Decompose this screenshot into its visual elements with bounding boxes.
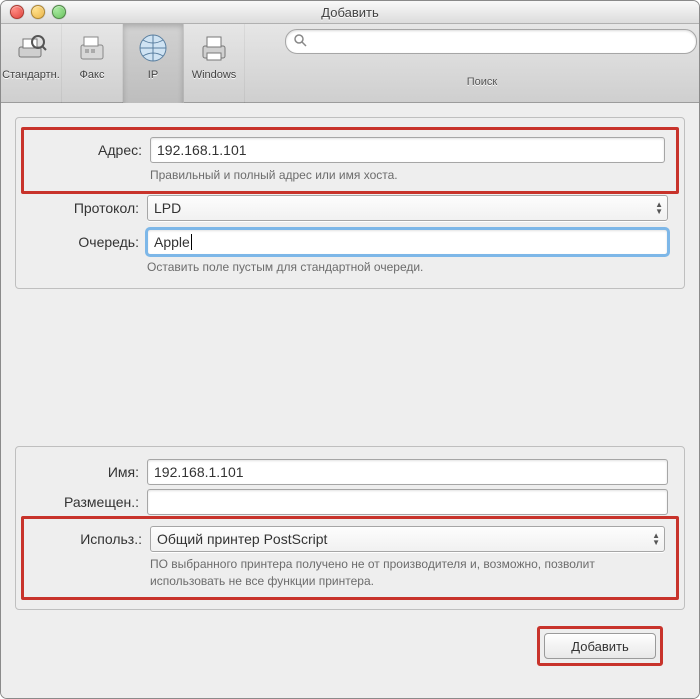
address-highlight: Адрес: 192.168.1.101 Правильный и полный… (21, 127, 679, 194)
toolbar-item-label: IP (148, 69, 158, 81)
name-label: Имя: (24, 464, 147, 480)
search-input[interactable] (285, 29, 697, 54)
toolbar-item-default[interactable]: Стандартн. (1, 24, 62, 108)
printer-search-icon (13, 30, 49, 66)
use-highlight: Использ.: Общий принтер PostScript ▲▼ ПО… (21, 516, 679, 600)
queue-helper: Оставить поле пустым для стандартной оче… (147, 259, 664, 276)
queue-input[interactable]: Apple (147, 229, 668, 255)
titlebar: Добавить (1, 1, 699, 24)
name-value: 192.168.1.101 (154, 464, 244, 480)
minimize-icon[interactable] (31, 5, 45, 19)
address-input[interactable]: 192.168.1.101 (150, 137, 665, 163)
use-value: Общий принтер PostScript (157, 531, 327, 547)
location-input[interactable] (147, 489, 668, 515)
add-button-highlight: Добавить (537, 626, 663, 666)
button-bar: Добавить (15, 622, 685, 684)
queue-value: Apple (154, 234, 190, 250)
toolbar-item-label: Windows (192, 69, 237, 81)
add-printer-window: Добавить Стандартн. (0, 0, 700, 699)
location-label: Размещен.: (24, 494, 147, 510)
name-input[interactable]: 192.168.1.101 (147, 459, 668, 485)
queue-label: Очередь: (24, 234, 147, 250)
close-icon[interactable] (10, 5, 24, 19)
search-label: Поиск (467, 76, 497, 88)
protocol-value: LPD (154, 200, 181, 216)
printer-icon (196, 30, 232, 66)
chevron-updown-icon: ▲▼ (652, 532, 660, 546)
toolbar-item-label: Факс (80, 69, 105, 81)
dialog-body: Адрес: 192.168.1.101 Правильный и полный… (1, 103, 699, 698)
address-helper: Правильный и полный адрес или имя хоста. (150, 167, 661, 184)
use-select[interactable]: Общий принтер PostScript ▲▼ (150, 526, 665, 552)
chevron-updown-icon: ▲▼ (655, 201, 663, 215)
text-caret (191, 234, 192, 250)
globe-icon (135, 30, 171, 66)
toolbar-items: Стандартн. Факс (1, 24, 245, 102)
window-title: Добавить (1, 5, 699, 20)
address-label: Адрес: (27, 142, 150, 158)
add-button-label: Добавить (571, 639, 628, 654)
connection-panel: Адрес: 192.168.1.101 Правильный и полный… (15, 117, 685, 289)
window-controls (10, 5, 66, 19)
toolbar-item-fax[interactable]: Факс (62, 24, 123, 108)
zoom-icon[interactable] (52, 5, 66, 19)
address-value: 192.168.1.101 (157, 142, 247, 158)
search-area: Поиск (245, 19, 699, 107)
toolbar: Стандартн. Факс (1, 24, 699, 103)
printer-info-panel: Имя: 192.168.1.101 Размещен.: Использ.: … (15, 446, 685, 610)
add-button[interactable]: Добавить (544, 633, 656, 659)
toolbar-item-label: Стандартн. (2, 69, 60, 81)
toolbar-item-windows[interactable]: Windows (184, 24, 245, 108)
use-label: Использ.: (27, 531, 150, 547)
search-icon (294, 34, 307, 50)
protocol-select[interactable]: LPD ▲▼ (147, 195, 668, 221)
use-helper: ПО выбранного принтера получено не от пр… (150, 556, 661, 590)
fax-icon (74, 30, 110, 66)
protocol-label: Протокол: (24, 200, 147, 216)
toolbar-item-ip[interactable]: IP (123, 24, 184, 108)
